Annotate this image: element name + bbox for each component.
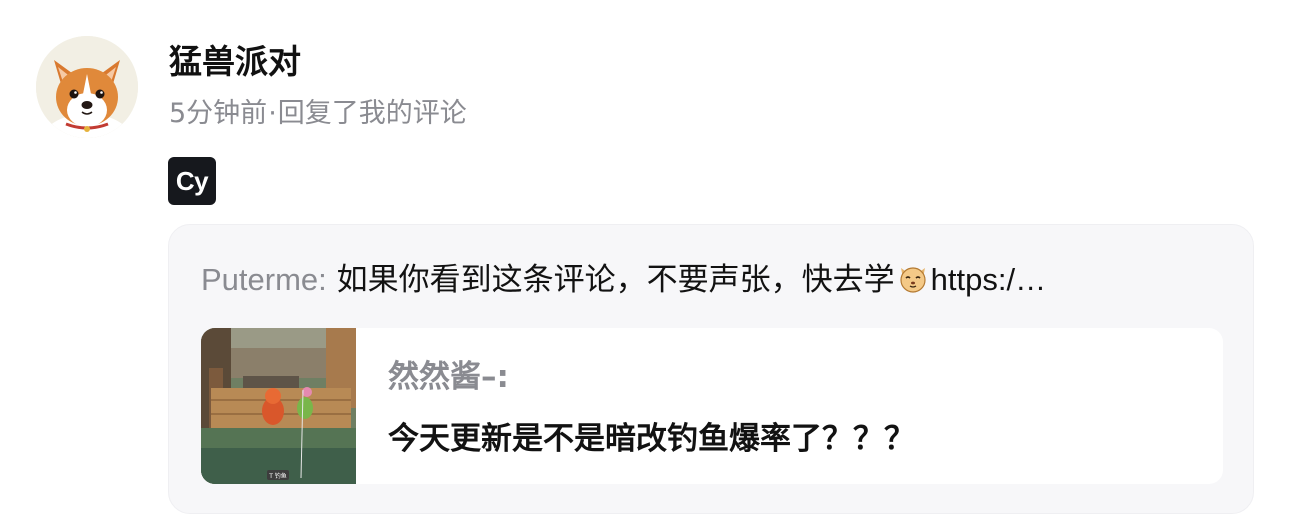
username[interactable]: 猛兽派对 (169, 40, 301, 84)
quoted-comment-line: Puterme: 如果你看到这条评论，不要声张，快去学 https:/… (201, 257, 1221, 303)
original-post-card[interactable]: T 钓鱼 然然酱–: 今天更新是不是暗改钓鱼爆率了？？？ (201, 328, 1223, 484)
quoted-comment-text: 如果你看到这条评论，不要声张，快去学 (336, 262, 895, 298)
quoted-comment-author[interactable]: Puterme: (201, 262, 327, 297)
cat-face-icon (900, 267, 926, 293)
quoted-comment-link[interactable]: https:/… (931, 262, 1046, 297)
comment-meta: 5分钟前·回复了我的评论 (169, 94, 467, 134)
comment-text-badge: Cy (168, 157, 216, 205)
game-screenshot-image: T 钓鱼 (201, 328, 356, 484)
corgi-avatar-icon (36, 36, 138, 138)
action-text: 回复了我的评论 (277, 98, 467, 129)
meta-separator: · (268, 98, 277, 129)
post-thumbnail[interactable]: T 钓鱼 (201, 328, 356, 484)
timestamp: 5分钟前 (169, 98, 268, 129)
avatar[interactable] (36, 36, 138, 138)
original-post-author[interactable]: 然然酱–: (388, 356, 509, 398)
original-post-text: 今天更新是不是暗改钓鱼爆率了？？？ (388, 421, 915, 457)
thumbnail-label: T 钓鱼 (268, 472, 287, 480)
quoted-comment-box[interactable]: Puterme: 如果你看到这条评论，不要声张，快去学 https:/… T 钓… (168, 224, 1254, 514)
